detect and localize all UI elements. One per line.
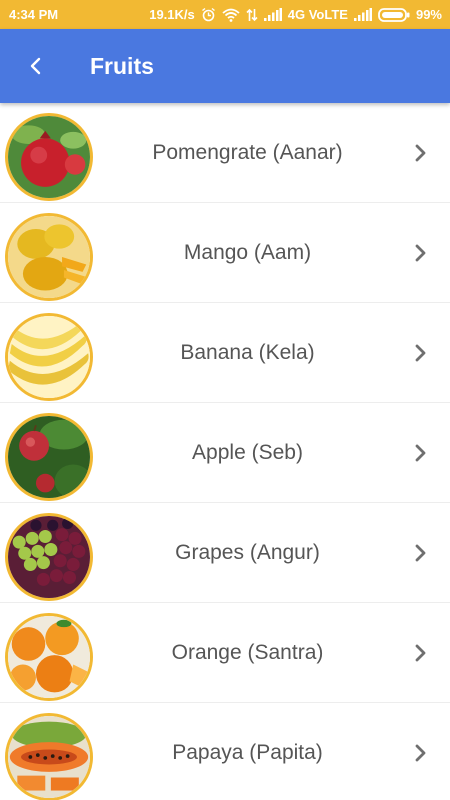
papaya-image xyxy=(5,713,93,800)
chevron-right-icon xyxy=(415,344,426,362)
status-right: 19.1K/s 4G VoLTE 99% xyxy=(149,7,442,22)
wifi-icon xyxy=(222,8,240,22)
orange-image xyxy=(5,613,93,701)
list-item-label: Apple (Seb) xyxy=(192,441,303,464)
battery-icon xyxy=(378,7,410,22)
signal-icon-2 xyxy=(353,8,372,21)
list-item-grapes[interactable]: Grapes (Angur) xyxy=(0,503,450,603)
chevron-right-icon xyxy=(415,144,426,162)
status-bar: 4:34 PM 19.1K/s 4G VoLTE 99% xyxy=(0,0,450,29)
alarm-icon xyxy=(201,7,215,22)
data-transfer-icon xyxy=(246,8,258,21)
banana-image xyxy=(5,313,93,401)
page-title: Fruits xyxy=(90,53,154,79)
pomegranate-image xyxy=(5,113,93,201)
signal-icon-1 xyxy=(263,8,282,21)
list-item-label: Banana (Kela) xyxy=(180,341,315,364)
chevron-right-icon xyxy=(415,644,426,662)
list-item-papaya[interactable]: Papaya (Papita) xyxy=(0,703,450,800)
list-item-label: Papaya (Papita) xyxy=(172,741,323,764)
app-bar: Fruits xyxy=(0,29,450,103)
list-item-mango[interactable]: Mango (Aam) xyxy=(0,203,450,303)
fruit-list: Pomengrate (Aanar) Mango (Aam) Banana (K… xyxy=(0,103,450,800)
status-time: 4:34 PM xyxy=(9,7,59,22)
list-item-apple[interactable]: Apple (Seb) xyxy=(0,403,450,503)
chevron-right-icon xyxy=(415,244,426,262)
chevron-right-icon xyxy=(415,544,426,562)
chevron-right-icon xyxy=(415,444,426,462)
network-type: 4G VoLTE xyxy=(287,7,348,22)
list-item-orange[interactable]: Orange (Santra) xyxy=(0,603,450,703)
list-item-label: Pomengrate (Aanar) xyxy=(152,141,343,164)
grapes-image xyxy=(5,513,93,601)
back-button[interactable] xyxy=(18,48,54,84)
network-speed: 19.1K/s xyxy=(149,7,195,22)
chevron-right-icon xyxy=(415,744,426,762)
list-item-label: Orange (Santra) xyxy=(171,641,324,664)
list-item-pomegranate[interactable]: Pomengrate (Aanar) xyxy=(0,103,450,203)
chevron-left-icon xyxy=(30,57,41,75)
apple-image xyxy=(5,413,93,501)
list-item-banana[interactable]: Banana (Kela) xyxy=(0,303,450,403)
list-item-label: Mango (Aam) xyxy=(183,241,312,264)
battery-level: 99% xyxy=(415,7,442,22)
mango-image xyxy=(5,213,93,301)
list-item-label: Grapes (Angur) xyxy=(175,541,320,564)
